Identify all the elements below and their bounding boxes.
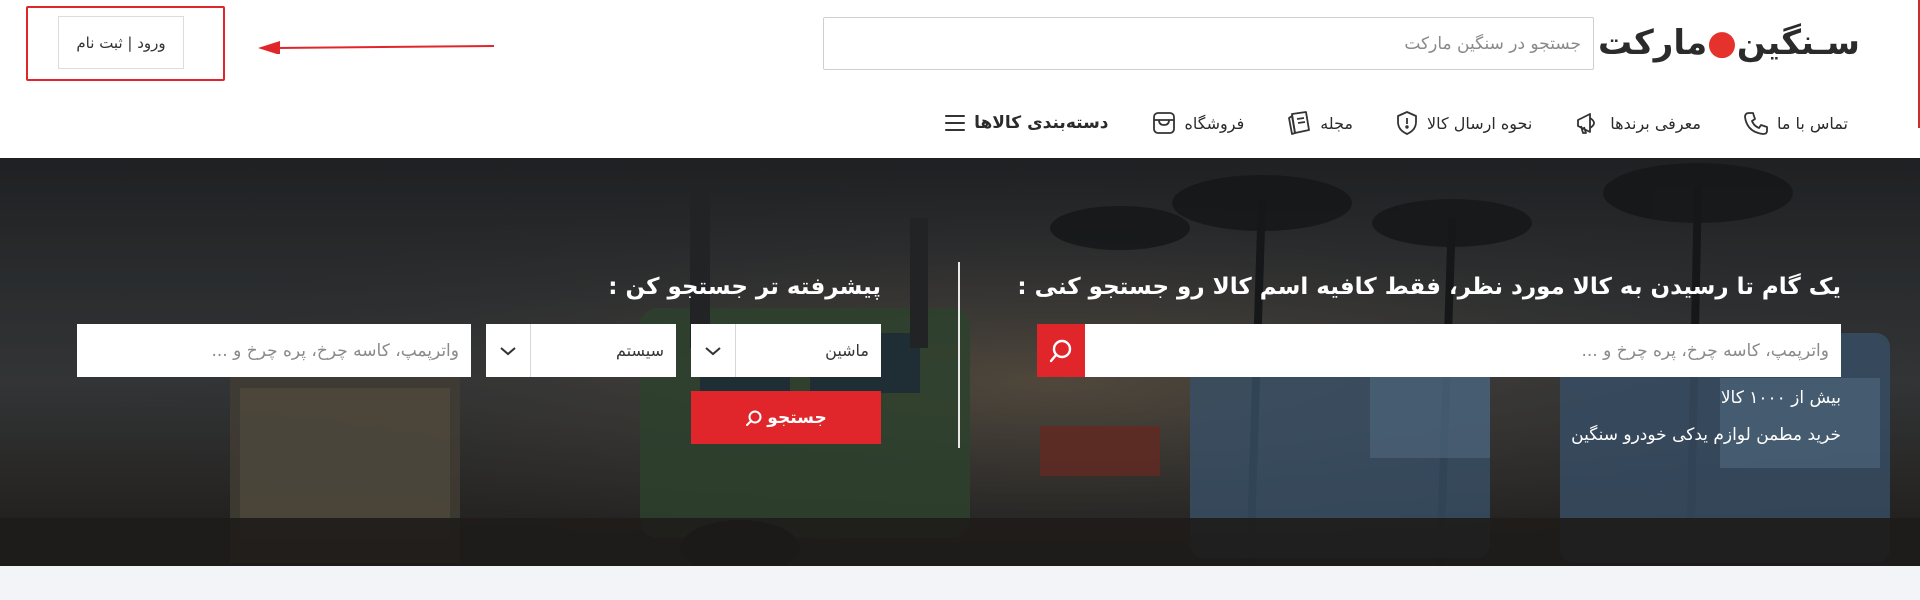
logo-text-main: سـنگین xyxy=(1736,23,1860,63)
hero-divider xyxy=(958,262,960,448)
page-content-background xyxy=(0,566,1920,600)
quick-search-bar xyxy=(1037,324,1841,377)
advanced-search-label: جستجو xyxy=(767,407,827,428)
nav-item-label: تماس با ما xyxy=(1776,113,1848,133)
login-register-button[interactable]: ورود | ثبت نام xyxy=(58,16,184,69)
stat-products-count: بیش از ۱۰۰۰ کالا xyxy=(1720,388,1841,408)
quick-search-title: یک گام تا رسیدن به کالا مورد نظر، فقط کا… xyxy=(1017,274,1841,300)
nav-item-label: فروشگاه xyxy=(1184,113,1245,133)
chevron-down-icon xyxy=(486,324,531,377)
logo-dot: ● xyxy=(1707,23,1737,63)
advanced-search-field xyxy=(77,324,471,377)
nav-item-categories[interactable]: دسته‌بندی کالاها xyxy=(944,113,1109,133)
megaphone-icon xyxy=(1574,111,1602,135)
site-header: سـنگین●مارکت ورود | ثبت نام دسته‌بندی کا… xyxy=(0,0,1920,158)
nav-item-contact[interactable]: تماس با ما xyxy=(1743,110,1848,136)
advanced-search-input[interactable] xyxy=(77,324,471,377)
nav-item-shop[interactable]: فروشگاه xyxy=(1151,111,1245,135)
phone-icon xyxy=(1743,110,1769,136)
system-select-value: سیستم xyxy=(616,341,664,360)
menu-icon xyxy=(944,113,966,133)
site-logo[interactable]: سـنگین●مارکت xyxy=(1598,18,1860,68)
machine-select-value: ماشین xyxy=(825,341,869,360)
shop-icon xyxy=(1151,111,1177,135)
search-icon xyxy=(1049,339,1072,362)
quick-search-input[interactable] xyxy=(1085,324,1841,377)
nav-item-label: دسته‌بندی کالاها xyxy=(974,113,1109,133)
nav-item-label: مجله xyxy=(1320,113,1353,133)
site-search-input[interactable] xyxy=(824,18,1593,69)
nav-item-magazine[interactable]: مجله xyxy=(1286,110,1353,136)
advanced-search-title: پیشرفته تر جستجو کن : xyxy=(608,274,881,300)
system-select[interactable]: سیستم xyxy=(486,324,676,377)
stat-trust-line: خرید مطمن لوازم یدکی خودرو سنگین xyxy=(1571,425,1841,445)
nav-item-label: معرفی برندها xyxy=(1610,113,1701,133)
nav-item-shipping[interactable]: نحوه ارسال کالا xyxy=(1395,110,1532,136)
main-nav: دسته‌بندی کالاها فروشگاه مجله نحوه ارسال… xyxy=(906,104,1848,142)
site-search-box[interactable] xyxy=(823,17,1594,70)
nav-item-label: نحوه ارسال کالا xyxy=(1427,113,1533,133)
nav-item-brands[interactable]: معرفی برندها xyxy=(1574,111,1701,135)
search-icon xyxy=(746,410,762,426)
magazine-icon xyxy=(1286,110,1312,136)
chevron-down-icon xyxy=(691,324,736,377)
machine-select[interactable]: ماشین xyxy=(691,324,881,377)
shield-icon xyxy=(1395,110,1419,136)
logo-text-tail: مارکت xyxy=(1597,23,1708,63)
annotation-arrow-icon xyxy=(258,41,494,54)
advanced-search-button[interactable]: جستجو xyxy=(691,391,881,444)
hero-banner: یک گام تا رسیدن به کالا مورد نظر، فقط کا… xyxy=(0,158,1920,566)
quick-search-button[interactable] xyxy=(1037,324,1085,377)
